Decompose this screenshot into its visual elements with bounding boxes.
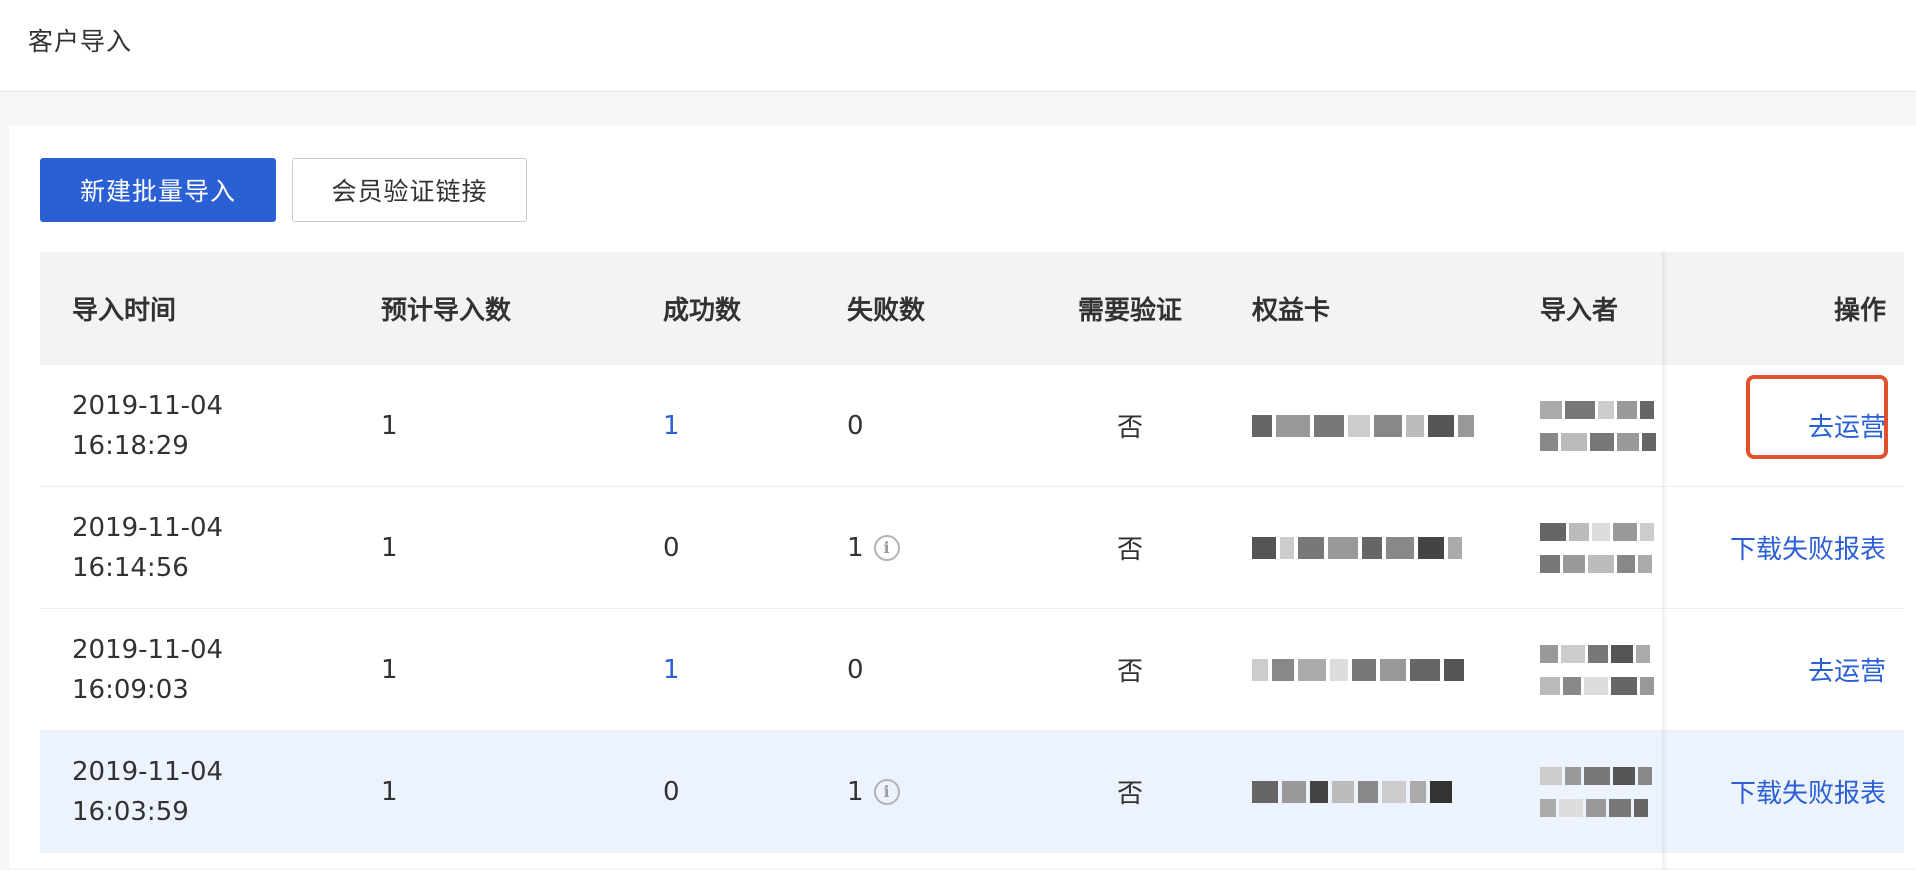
import-clock: 16:03:59 — [72, 796, 189, 827]
header-benefit-card: 权益卡 — [1252, 295, 1331, 326]
import-clock: 16:18:29 — [72, 430, 189, 461]
download-fail-report-link[interactable]: 下载失败报表 — [1660, 731, 1886, 852]
new-batch-import-button[interactable]: 新建批量导入 — [40, 158, 276, 222]
header-need-verify: 需要验证 — [1077, 295, 1182, 326]
need-verify-value: 否 — [1116, 535, 1143, 565]
page-title: 客户导入 — [28, 27, 133, 56]
info-icon[interactable]: i — [873, 778, 900, 805]
import-time-cell: 2019-11-04 16:03:59 — [72, 731, 352, 852]
need-verify-value: 否 — [1116, 413, 1143, 443]
fail-count-cell: 1 i — [847, 487, 1007, 608]
benefit-card-redacted — [1252, 487, 1512, 608]
import-table: 导入时间 预计导入数 成功数 失败数 需要验证 权益卡 导入者 操作 2019-… — [40, 252, 1904, 853]
expected-count: 1 — [381, 410, 398, 441]
need-verify-value: 否 — [1116, 657, 1143, 687]
benefit-card-redacted — [1252, 609, 1512, 730]
fail-count: 1 — [847, 532, 864, 563]
import-clock: 16:14:56 — [72, 552, 189, 583]
success-count-link[interactable]: 1 — [663, 365, 803, 486]
import-clock: 16:09:03 — [72, 674, 189, 705]
download-fail-report-link[interactable]: 下载失败报表 — [1660, 487, 1886, 608]
success-count: 0 — [663, 776, 680, 807]
table-row: 2019-11-04 16:03:59 1 0 1 i 否 下载失败报表 — [40, 731, 1904, 853]
go-operate-link[interactable]: 去运营 — [1660, 365, 1886, 486]
import-time-cell: 2019-11-04 16:14:56 — [72, 487, 352, 608]
import-date: 2019-11-04 — [72, 756, 224, 787]
need-verify-value: 否 — [1116, 779, 1143, 809]
header-success-count: 成功数 — [663, 295, 742, 326]
fail-count: 0 — [847, 654, 864, 685]
header-fail-count: 失败数 — [847, 295, 926, 326]
header-action: 操作 — [1833, 295, 1886, 326]
table-row: 2019-11-04 16:18:29 1 1 0 否 去运营 — [40, 365, 1904, 487]
benefit-card-redacted — [1252, 731, 1512, 852]
header-import-time: 导入时间 — [72, 295, 177, 326]
page-header: 客户导入 — [0, 0, 1916, 92]
fail-count: 0 — [847, 410, 864, 441]
import-time-cell: 2019-11-04 16:18:29 — [72, 365, 352, 486]
fail-count-cell: 1 i — [847, 731, 1007, 852]
expected-count: 1 — [381, 654, 398, 685]
import-date: 2019-11-04 — [72, 512, 224, 543]
member-verify-link-button[interactable]: 会员验证链接 — [292, 158, 527, 222]
fixed-column-shadow — [1662, 250, 1668, 870]
fail-count: 1 — [847, 776, 864, 807]
go-operate-link[interactable]: 去运营 — [1660, 609, 1886, 730]
import-date: 2019-11-04 — [72, 634, 224, 665]
benefit-card-redacted — [1252, 365, 1512, 486]
content-panel: 新建批量导入 会员验证链接 导入时间 预计导入数 成功数 失败数 需要验证 权益… — [9, 125, 1916, 870]
table-row: 2019-11-04 16:09:03 1 1 0 否 去运营 — [40, 609, 1904, 731]
info-icon[interactable]: i — [873, 534, 900, 561]
import-date: 2019-11-04 — [72, 390, 224, 421]
header-expected-count: 预计导入数 — [381, 295, 512, 326]
import-time-cell: 2019-11-04 16:09:03 — [72, 609, 352, 730]
success-count: 0 — [663, 532, 680, 563]
expected-count: 1 — [381, 532, 398, 563]
table-header: 导入时间 预计导入数 成功数 失败数 需要验证 权益卡 导入者 操作 — [40, 252, 1904, 365]
table-row: 2019-11-04 16:14:56 1 0 1 i 否 下载失败报表 — [40, 487, 1904, 609]
expected-count: 1 — [381, 776, 398, 807]
success-count-link[interactable]: 1 — [663, 609, 803, 730]
